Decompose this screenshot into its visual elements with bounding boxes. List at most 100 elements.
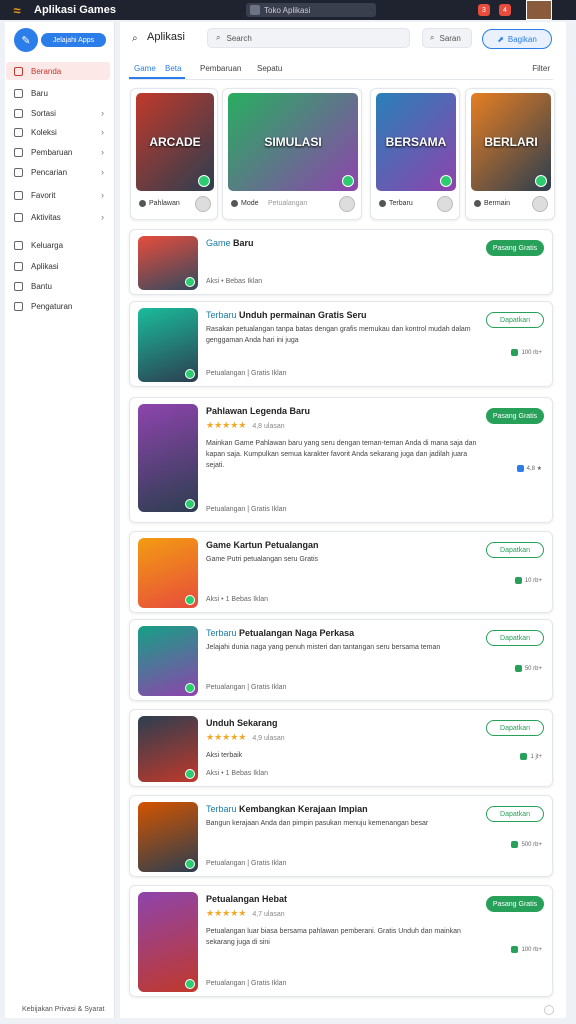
- app-list-item[interactable]: Petualangan Hebat ★★★★★ 4,7 ulasan Petualan…: [129, 885, 553, 997]
- featured-card[interactable]: SIMULASI Mode Petualangan: [222, 88, 362, 220]
- share-button[interactable]: ⬈ Bagikan: [482, 29, 552, 49]
- download-icon: [511, 946, 519, 953]
- star-icons: ★★★★★: [206, 732, 247, 742]
- sidebar-footer[interactable]: Kebijakan Privasi & Syarat: [22, 1006, 104, 1013]
- app-thumbnail[interactable]: [138, 626, 198, 696]
- app-title[interactable]: Terbaru Petualangan Naga Perkasa: [206, 628, 354, 638]
- developer-avatar[interactable]: [532, 196, 548, 212]
- app-thumbnail[interactable]: [138, 404, 198, 512]
- sidebar-item-label: Pembaruan: [31, 147, 73, 157]
- app-title-text: Unduh permainan Gratis Seru: [239, 310, 367, 320]
- genre-icon: [139, 200, 146, 207]
- address-bar[interactable]: Toko Aplikasi: [246, 3, 376, 17]
- tab-shoes[interactable]: Sepatu: [257, 64, 282, 73]
- sidebar-item-9[interactable]: Aplikasi: [6, 257, 110, 275]
- tab-beta[interactable]: Beta: [165, 64, 181, 73]
- sidebar-item-3[interactable]: Koleksi ›: [6, 123, 110, 141]
- genre-icon: [474, 200, 481, 207]
- search-input[interactable]: ⌕ Search: [207, 28, 410, 48]
- install-button[interactable]: Dapatkan: [486, 312, 544, 328]
- app-thumbnail[interactable]: [138, 802, 198, 872]
- featured-name-text: Bermain: [484, 200, 511, 207]
- featured-name-text: Mode: [241, 200, 259, 207]
- page-title: Aplikasi: [147, 31, 185, 43]
- download-icon: [514, 577, 522, 584]
- developer-avatar[interactable]: [437, 196, 453, 212]
- app-list-item[interactable]: Pahlawan Legenda Baru ★★★★★ 4,8 ulasan Main…: [129, 397, 553, 523]
- genre-icon: [379, 200, 386, 207]
- featured-card[interactable]: ARCADE Pahlawan: [130, 88, 218, 220]
- app-list-item[interactable]: Terbaru Unduh permainan Gratis Seru Rasak…: [129, 301, 553, 387]
- filter-link[interactable]: Filter: [532, 64, 550, 73]
- app-title[interactable]: Game Kartun Petualangan: [206, 540, 319, 550]
- favorite-icon: [14, 190, 23, 200]
- verified-badge-icon: [440, 175, 452, 187]
- app-thumbnail[interactable]: [138, 892, 198, 992]
- app-thumbnail[interactable]: [138, 716, 198, 782]
- rating-count: 4,8 ulasan: [252, 423, 285, 430]
- app-list-item[interactable]: Unduh Sekarang ★★★★★ 4,9 ulasan Aksi terbai…: [129, 709, 553, 787]
- suggestion-button[interactable]: ⌕ Saran: [422, 28, 472, 48]
- sidebar-item-6[interactable]: Favorit ›: [6, 186, 110, 204]
- install-button[interactable]: Pasang Gratis: [486, 240, 544, 256]
- app-list-item[interactable]: Game Kartun Petualangan Game Putri petual…: [129, 531, 553, 613]
- family-icon: [14, 240, 23, 250]
- featured-card[interactable]: BERLARI Bermain: [465, 88, 555, 220]
- app-title[interactable]: Terbaru Kembangkan Kerajaan Impian: [206, 804, 368, 814]
- download-icon: [516, 465, 524, 472]
- sidebar-item-11[interactable]: Pengaturan: [6, 297, 110, 315]
- sidebar-item-1[interactable]: Baru: [6, 84, 110, 102]
- sidebar-item-5[interactable]: Pencarian ›: [6, 163, 110, 181]
- message-badge[interactable]: 4: [499, 4, 511, 16]
- featured-artwork[interactable]: ARCADE: [136, 93, 214, 191]
- app-thumbnail[interactable]: [138, 236, 198, 290]
- activity-icon: [14, 212, 23, 222]
- sidebar-item-0[interactable]: Beranda: [6, 62, 110, 80]
- app-list-item[interactable]: Game Baru Aksi • Bebas Iklan Pasang Gratis: [129, 229, 553, 295]
- verified-badge-icon: [185, 499, 195, 509]
- featured-artwork[interactable]: BERLARI: [471, 93, 551, 191]
- notification-badge[interactable]: 3: [478, 4, 490, 16]
- collection-icon: [14, 127, 23, 137]
- app-title[interactable]: Game Baru: [206, 238, 254, 248]
- suggestion-label: Saran: [439, 33, 461, 43]
- app-meta: Aksi • Bebas Iklan: [206, 278, 263, 285]
- install-button[interactable]: Dapatkan: [486, 630, 544, 646]
- verified-badge-icon: [185, 277, 195, 287]
- avatar[interactable]: [526, 0, 552, 20]
- app-title[interactable]: Petualangan Hebat: [206, 894, 287, 904]
- developer-avatar[interactable]: [339, 196, 355, 212]
- sidebar-item-7[interactable]: Aktivitas ›: [6, 208, 110, 226]
- sidebar-item-10[interactable]: Bantu: [6, 277, 110, 295]
- tab-updates[interactable]: Pembaruan: [200, 64, 241, 73]
- install-button[interactable]: Dapatkan: [486, 806, 544, 822]
- install-button[interactable]: Pasang Gratis: [486, 896, 544, 912]
- featured-artwork[interactable]: SIMULASI: [228, 93, 358, 191]
- search-placeholder: Search: [226, 33, 252, 43]
- genre-icon: [231, 200, 238, 207]
- app-meta: Petualangan | Gratis Iklan: [206, 980, 287, 987]
- app-list-item[interactable]: Terbaru Kembangkan Kerajaan Impian Bangun…: [129, 795, 553, 877]
- app-thumbnail[interactable]: [138, 308, 198, 382]
- install-button[interactable]: Pasang Gratis: [486, 408, 544, 424]
- app-title[interactable]: Pahlawan Legenda Baru: [206, 406, 310, 416]
- developer-avatar[interactable]: [195, 196, 211, 212]
- app-list-item[interactable]: Terbaru Petualangan Naga Perkasa Jelajahi…: [129, 619, 553, 701]
- sidebar-item-label: Favorit: [31, 190, 56, 200]
- scroll-indicator[interactable]: [544, 1005, 554, 1015]
- sidebar-item-2[interactable]: Sortasi ›: [6, 104, 110, 122]
- sidebar-item-8[interactable]: Keluarga: [6, 236, 110, 254]
- sidebar-item-4[interactable]: Pembaruan ›: [6, 143, 110, 161]
- install-button[interactable]: Dapatkan: [486, 542, 544, 558]
- featured-artwork[interactable]: BERSAMA: [376, 93, 456, 191]
- app-thumbnail[interactable]: [138, 538, 198, 608]
- app-title[interactable]: Terbaru Unduh permainan Gratis Seru: [206, 310, 367, 320]
- install-button[interactable]: Dapatkan: [486, 720, 544, 736]
- app-title[interactable]: Unduh Sekarang: [206, 718, 278, 728]
- sidebar-explore-button[interactable]: Jelajahi Apps: [41, 33, 106, 47]
- edit-icon[interactable]: ✎: [14, 28, 38, 52]
- chevron-right-icon: ›: [101, 190, 104, 200]
- tab-game[interactable]: Game: [134, 64, 156, 73]
- featured-card[interactable]: BERSAMA Terbaru: [370, 88, 460, 220]
- download-count: 4,8 ★: [516, 465, 542, 472]
